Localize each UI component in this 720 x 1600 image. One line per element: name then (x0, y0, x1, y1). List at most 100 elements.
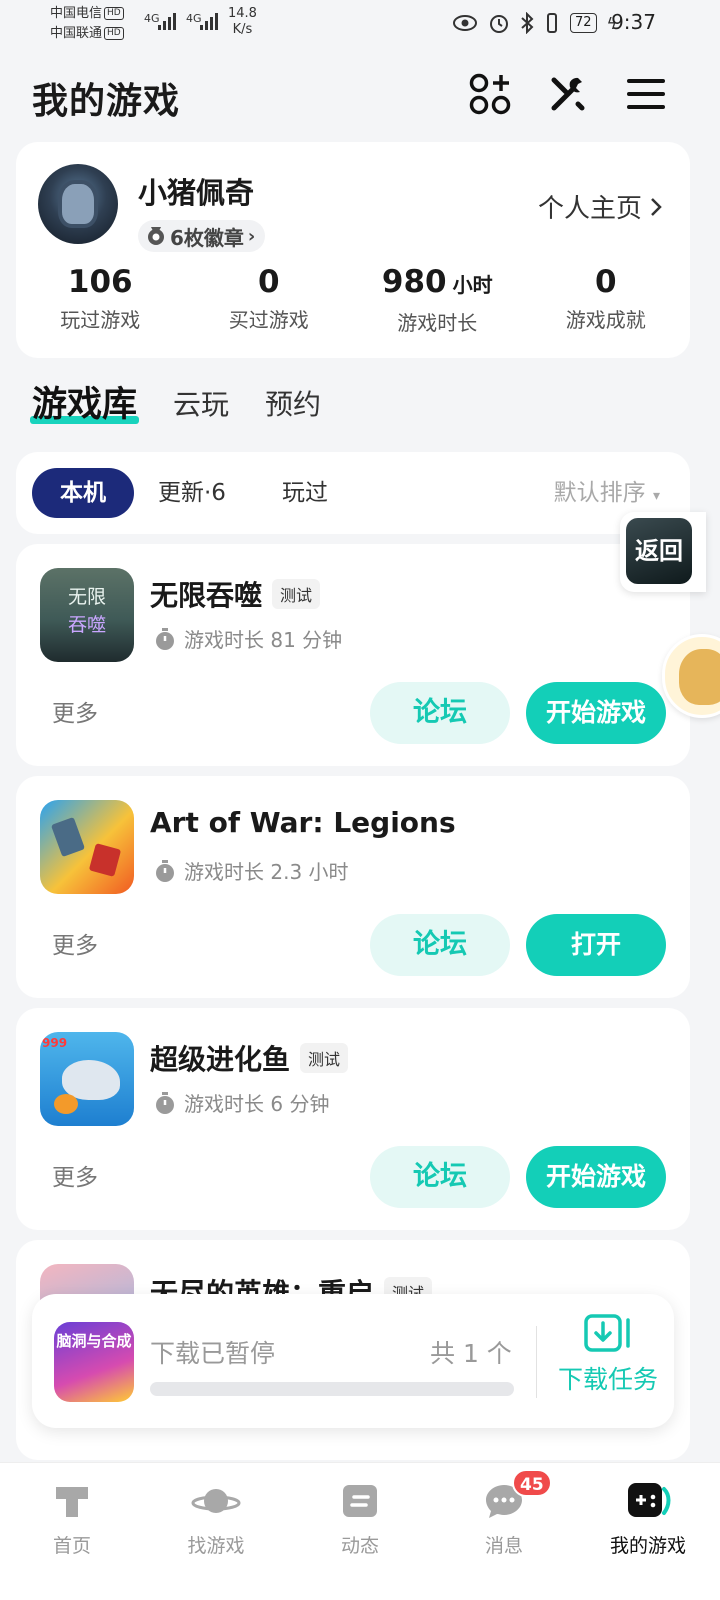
forum-button[interactable]: 论坛 (370, 682, 510, 744)
filter-bar: 本机 更新·6 玩过 默认排序 ▾ (16, 452, 690, 534)
chevron-right-icon: › (247, 225, 256, 247)
stat-value: 0 (257, 264, 280, 300)
more-button[interactable]: 更多 (52, 694, 98, 728)
message-badge: 45 (512, 1469, 552, 1497)
game-title-row: 超级进化鱼 测试 (150, 1038, 349, 1078)
filter-updates[interactable]: 更新·6 (158, 468, 226, 518)
medal-icon (148, 227, 164, 245)
bottom-nav: 首页 找游戏 动态 45 消息 我的游戏 (0, 1462, 720, 1600)
stat-value: 0 (594, 264, 617, 300)
stat-achievements[interactable]: 0 游戏成就 (522, 262, 691, 341)
game-card: 999 超级进化鱼 测试 游戏时长 6 分钟 更多 论坛 开始游戏 (16, 1008, 690, 1230)
nav-label: 我的游戏 (609, 1535, 686, 1557)
tab-library[interactable]: 游戏库 (29, 380, 140, 430)
section-tabs: 游戏库 云玩 预约 (29, 380, 321, 430)
nav-feed[interactable]: 动态 (288, 1463, 432, 1600)
download-icon (584, 1314, 630, 1352)
tools-icon[interactable] (546, 72, 590, 116)
menu-icon[interactable] (624, 72, 668, 116)
page-title: 我的游戏 (32, 81, 181, 122)
download-tasks-label: 下载任务 (557, 1365, 658, 1394)
stat-playtime[interactable]: 980 小时 游戏时长 (353, 262, 522, 341)
forum-button[interactable]: 论坛 (370, 1146, 510, 1208)
speed-unit: K/s (232, 22, 253, 37)
stat-label: 游戏时长 (397, 311, 478, 335)
home-link-label: 个人主页 (537, 194, 642, 224)
game-title-row: Art of War: Legions (150, 806, 456, 839)
clock: 9:37 (611, 10, 656, 34)
nav-label: 找游戏 (187, 1535, 245, 1557)
nav-home[interactable]: 首页 (0, 1463, 144, 1600)
more-button[interactable]: 更多 (52, 1158, 98, 1192)
game-title: 超级进化鱼 (150, 1043, 291, 1076)
home-icon (56, 1487, 88, 1517)
nav-find-games[interactable]: 找游戏 (144, 1463, 288, 1600)
playtime: 游戏时长 2.3 小时 (154, 856, 349, 885)
stopwatch-icon (156, 1091, 174, 1114)
tab-cloud[interactable]: 云玩 (173, 380, 229, 430)
download-tasks-button[interactable]: 下载任务 (548, 1314, 668, 1396)
feed-icon (343, 1485, 377, 1517)
battery-level: 72 (570, 13, 597, 33)
profile-home-link[interactable]: 个人主页 (538, 188, 662, 225)
stat-played[interactable]: 106 玩过游戏 (16, 262, 185, 341)
playtime-label: 游戏时长 6 分钟 (184, 1092, 330, 1116)
playtime: 游戏时长 81 分钟 (154, 624, 342, 653)
stat-label: 游戏成就 (565, 308, 646, 332)
test-tag: 测试 (300, 1043, 349, 1073)
game-title-row: 无限吞噬 测试 (150, 574, 321, 614)
speed-value: 14.8 (228, 6, 257, 21)
download-count: 共 1 个 (430, 1339, 512, 1368)
stat-unit: 小时 (452, 273, 493, 297)
nav-messages[interactable]: 45 消息 (432, 1463, 576, 1600)
nav-label: 消息 (484, 1535, 523, 1557)
start-game-button[interactable]: 开始游戏 (526, 1146, 666, 1208)
alarm-icon (490, 15, 508, 33)
vibrate-icon (547, 13, 557, 33)
download-progress-bar (150, 1382, 514, 1396)
game-icon[interactable]: 999 (40, 1032, 134, 1126)
status-bar: 中国电信 HD 中国联通 HD 4G 4G 14.8 K/s 72 ϟ 9:37 (0, 0, 720, 50)
signal-icon-2 (200, 12, 218, 30)
game-icon[interactable]: 无限 吞噬 (40, 568, 134, 662)
carrier-info: 中国电信 HD 中国联通 HD (50, 4, 124, 44)
stopwatch-icon (156, 859, 174, 882)
stopwatch-icon (156, 627, 174, 650)
stat-label: 买过游戏 (228, 308, 309, 332)
avatar[interactable] (38, 164, 118, 244)
stats-row: 106 玩过游戏 0 买过游戏 980 小时 游戏时长 0 游戏成就 (16, 262, 690, 341)
filter-local[interactable]: 本机 (32, 468, 134, 518)
status-icons: 72 ϟ (452, 12, 617, 34)
download-panel[interactable]: 脑洞与合成 下载已暂停 共 1 个 下载任务 (32, 1294, 674, 1428)
forum-button[interactable]: 论坛 (370, 914, 510, 976)
nav-label: 动态 (340, 1535, 379, 1557)
bluetooth-icon (521, 12, 534, 34)
badges-button[interactable]: 6枚徽章 › (138, 220, 266, 252)
more-button[interactable]: 更多 (52, 926, 98, 960)
chevron-right-icon (651, 197, 662, 216)
caret-down-icon: ▾ (652, 488, 660, 504)
divider (536, 1326, 537, 1398)
stat-label: 玩过游戏 (60, 308, 141, 332)
playtime: 游戏时长 6 分钟 (154, 1088, 329, 1117)
sort-label: 默认排序 (553, 480, 646, 506)
filter-played[interactable]: 玩过 (282, 468, 328, 518)
nav-label: 首页 (52, 1535, 91, 1557)
apps-add-icon[interactable] (468, 72, 512, 116)
nav-my-games[interactable]: 我的游戏 (576, 1463, 720, 1600)
floating-back-button[interactable]: 返回 (620, 512, 706, 592)
hd-icon: HD (104, 27, 124, 40)
start-game-button[interactable]: 开始游戏 (526, 682, 666, 744)
user-name: 小猪佩奇 (138, 176, 255, 210)
icon-text: 脑洞与合成 (56, 1332, 132, 1350)
stat-bought[interactable]: 0 买过游戏 (185, 262, 354, 341)
planet-icon (191, 1489, 241, 1513)
tab-reservation[interactable]: 预约 (265, 380, 321, 430)
stat-value: 980 (381, 264, 447, 300)
game-icon[interactable] (40, 800, 134, 894)
open-button[interactable]: 打开 (526, 914, 666, 976)
playtime-label: 游戏时长 2.3 小时 (184, 860, 349, 884)
download-status: 下载已暂停 (150, 1339, 276, 1368)
icon-badge: 999 (42, 1036, 68, 1050)
download-game-icon: 脑洞与合成 (54, 1322, 134, 1402)
